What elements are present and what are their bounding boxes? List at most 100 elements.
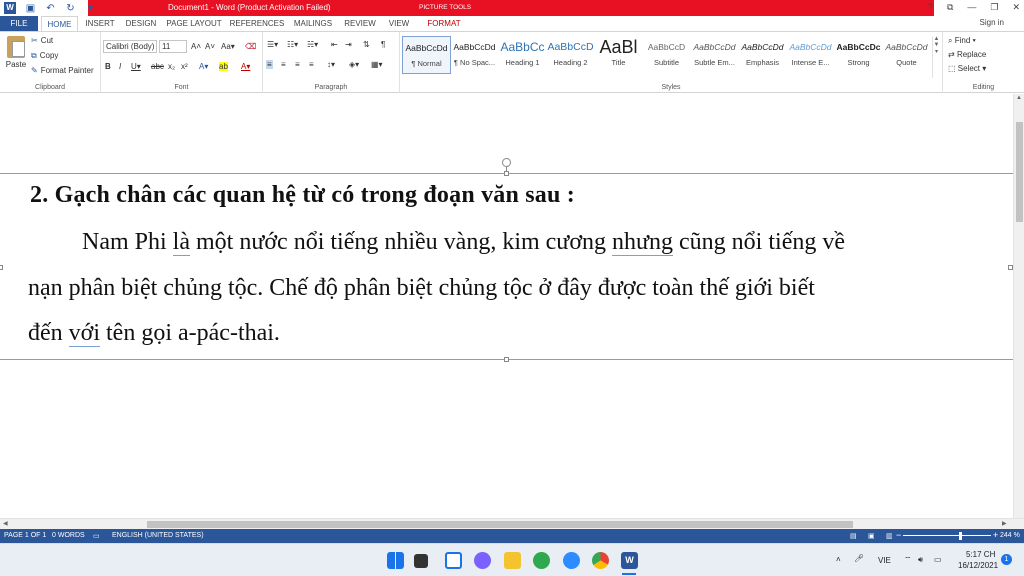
zoom-in-icon[interactable]: + [993,530,998,540]
font-name-box[interactable]: Calibri (Body) [103,40,157,53]
grow-font-icon[interactable]: A˄ [191,42,201,51]
task-view-icon[interactable] [414,554,428,568]
style-heading-1[interactable]: AaBbCc Heading 1 [498,36,547,74]
change-case-icon[interactable]: Aa▾ [221,42,235,51]
font-size-box[interactable]: 11 [159,40,187,53]
tab-page-layout[interactable]: PAGE LAYOUT [164,16,224,31]
horizontal-scroll-thumb[interactable] [147,521,853,528]
print-layout-icon[interactable]: ▣ [868,532,875,540]
chrome-icon[interactable] [592,552,609,569]
clock-date[interactable]: 16/12/2021 [958,561,998,570]
style-quote[interactable]: AaBbCcDd Quote [882,36,931,74]
line-spacing-icon[interactable]: ↕▾ [327,60,335,69]
vertical-scrollbar[interactable]: ▲ [1013,94,1024,518]
shading-icon[interactable]: ◈▾ [349,60,359,69]
zoom-level[interactable]: 244 % [1000,532,1020,539]
increase-indent-icon[interactable]: ⇥ [345,40,352,49]
redo-icon[interactable]: ↻ [65,3,76,14]
edge-browser-icon[interactable] [533,552,550,569]
multilevel-list-icon[interactable]: ☵▾ [307,40,318,49]
save-icon[interactable]: ▣ [25,3,36,14]
zoom-app-icon[interactable] [563,552,580,569]
resize-handle-bottom[interactable] [504,357,509,362]
scroll-up-icon[interactable]: ▲ [1016,95,1022,101]
language-indicator[interactable]: ENGLISH (UNITED STATES) [112,532,204,539]
italic-icon[interactable]: I [119,62,121,71]
borders-icon[interactable]: ▦▾ [371,60,383,69]
tab-design[interactable]: DESIGN [122,16,160,31]
style-emphasis[interactable]: AaBbCcDd Emphasis [738,36,787,74]
tab-mailings[interactable]: MAILINGS [290,16,336,31]
proofing-icon[interactable]: ▭ [93,532,100,540]
document-area[interactable]: 2. Gạch chân các quan hệ từ có trong đoạ… [0,94,1013,518]
input-language[interactable]: VIE [878,556,891,565]
decrease-indent-icon[interactable]: ⇤ [331,40,338,49]
font-color-icon[interactable]: A▾ [241,62,250,71]
widgets-icon[interactable] [445,552,462,569]
subscript-icon[interactable]: x₂ [168,62,175,71]
tab-format[interactable]: FORMAT [420,16,468,31]
paste-button[interactable]: Paste [4,36,28,69]
shrink-font-icon[interactable]: A˅ [205,42,215,51]
word-count[interactable]: 0 WORDS [52,532,85,539]
styles-gallery-scroll[interactable]: ▲ ▼ ▾ [932,36,940,78]
ribbon-display-options-icon[interactable]: ⧉ [947,2,953,13]
clock-time[interactable]: 5:17 CH [966,550,995,559]
word-taskbar-icon[interactable]: W [621,552,638,569]
bullets-icon[interactable]: ☰▾ [267,40,278,49]
cut-button[interactable]: ✂ Cut [31,36,53,45]
tab-view[interactable]: VIEW [384,16,414,31]
resize-handle-left[interactable] [0,265,3,270]
microphone-icon[interactable]: 🎤︎ [854,554,864,563]
style-strong[interactable]: AaBbCcDc Strong [834,36,883,74]
align-center-icon[interactable]: ≡ [281,60,286,69]
vertical-scroll-thumb[interactable] [1016,122,1023,222]
highlight-icon[interactable]: ab [219,62,228,71]
tab-review[interactable]: REVIEW [340,16,380,31]
rotate-handle[interactable] [502,158,511,167]
style-heading-2[interactable]: AaBbCcD Heading 2 [546,36,595,74]
zoom-slider[interactable] [903,535,991,536]
style-normal[interactable]: AaBbCcDd ¶ Normal [402,36,451,74]
style-intense-emphasis[interactable]: AaBbCcDd Intense E... [786,36,835,74]
scroll-left-icon[interactable]: ◀ [3,520,8,527]
sign-in-link[interactable]: Sign in [980,18,1004,27]
tray-overflow-icon[interactable]: ˄ [836,555,841,564]
scroll-right-icon[interactable]: ▶ [1002,520,1007,527]
restore-button[interactable]: ❐ [990,2,998,13]
superscript-icon[interactable]: x² [181,62,188,71]
start-menu-icon[interactable] [387,552,404,569]
chat-icon[interactable] [474,552,491,569]
align-left-icon[interactable]: ≡ [266,60,273,69]
underline-icon[interactable]: U▾ [131,62,141,71]
help-button[interactable]: ? [928,2,933,13]
selected-picture[interactable]: 2. Gạch chân các quan hệ từ có trong đoạ… [0,171,1013,362]
customize-qat-icon[interactable]: ▾ [85,3,96,14]
tab-file[interactable]: FILE [0,16,38,31]
file-explorer-icon[interactable] [504,552,521,569]
web-layout-icon[interactable]: ▥ [886,532,893,540]
zoom-out-icon[interactable]: − [896,530,901,540]
style-no-spacing[interactable]: AaBbCcDd ¶ No Spac... [450,36,499,74]
numbering-icon[interactable]: ☷▾ [287,40,298,49]
bold-icon[interactable]: B [105,62,111,71]
undo-icon[interactable]: ↶ [45,3,56,14]
resize-handle-top[interactable] [504,171,509,176]
copy-button[interactable]: ⧉ Copy [31,51,58,61]
format-painter-button[interactable]: ✎ Format Painter [31,66,94,75]
clear-formatting-icon[interactable]: ⌫ [245,42,256,51]
zoom-slider-thumb[interactable] [959,532,962,540]
text-effects-icon[interactable]: A▾ [199,62,208,71]
horizontal-scrollbar[interactable]: ◀ ▶ [0,518,1024,529]
close-button[interactable]: ✕ [1012,2,1020,13]
style-subtitle[interactable]: AaBbCcD Subtitle [642,36,691,74]
volume-icon[interactable]: 🔊︎ [918,555,923,565]
tab-references[interactable]: REFERENCES [228,16,286,31]
style-subtle-emphasis[interactable]: AaBbCcDd Subtle Em... [690,36,739,74]
strikethrough-icon[interactable]: abc [151,62,164,71]
align-right-icon[interactable]: ≡ [295,60,300,69]
tab-home[interactable]: HOME [41,16,78,31]
battery-icon[interactable]: ▭ [934,555,942,564]
notification-badge[interactable]: 1 [1001,554,1012,565]
sort-icon[interactable]: ⇅ [363,40,370,49]
